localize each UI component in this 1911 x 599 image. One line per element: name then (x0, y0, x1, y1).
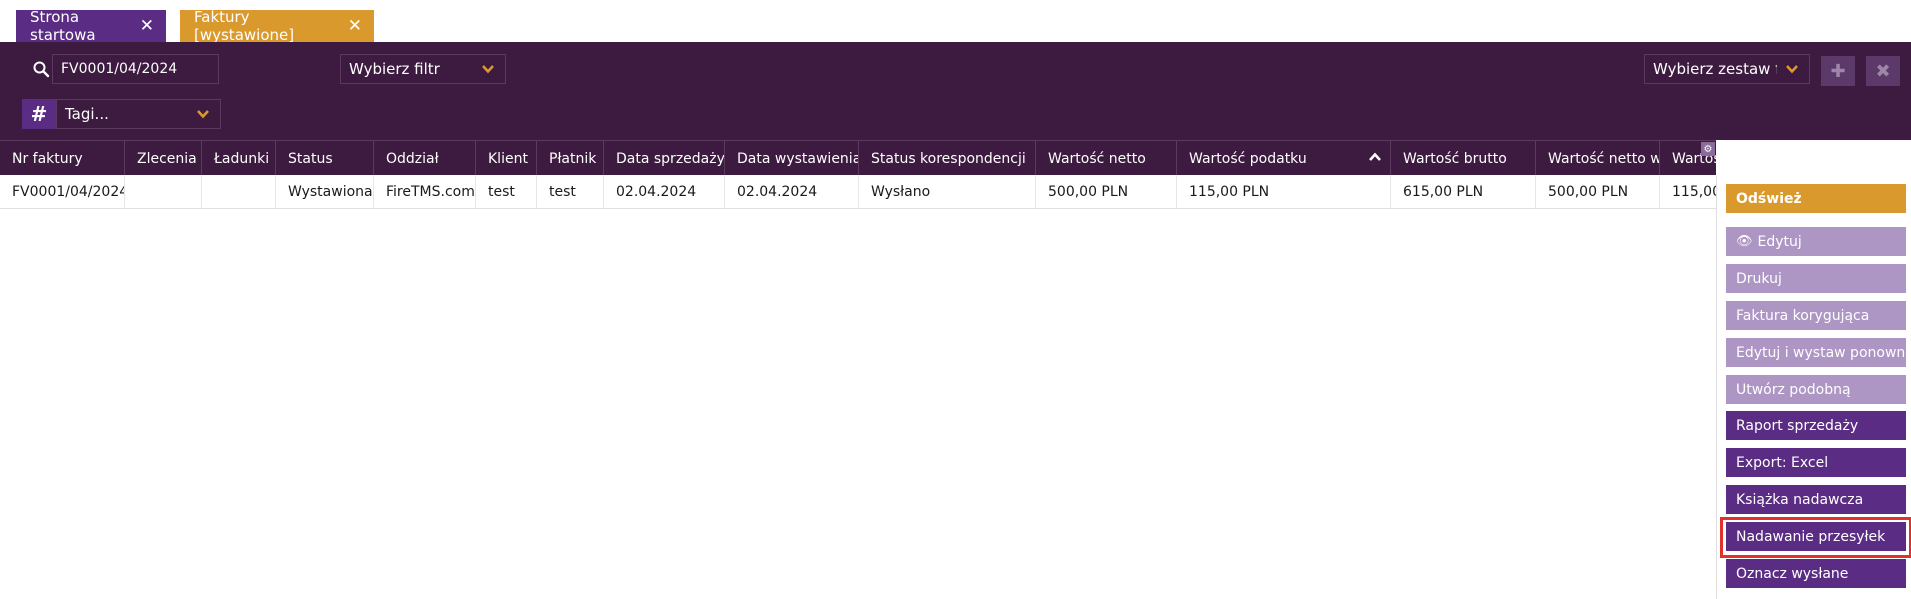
chevron-down-icon (197, 110, 209, 119)
create-similar-button[interactable]: Utwórz podobną (1726, 375, 1906, 404)
sales-report-button[interactable]: Raport sprzedaży (1726, 411, 1906, 440)
tab-home-label: Strona startowa (30, 8, 96, 44)
clear-filterset-button[interactable]: ✖ (1866, 56, 1900, 86)
column-header[interactable]: Data sprzedaży (604, 141, 725, 176)
panel-divider (1716, 175, 1717, 599)
sales-report-label: Raport sprzedaży (1736, 417, 1859, 434)
correction-invoice-button[interactable]: Faktura korygująca (1726, 301, 1906, 330)
table-cell (202, 175, 276, 209)
edit-button[interactable]: 👁 Edytuj (1726, 227, 1906, 256)
tags-filter: # Tagi... (22, 99, 221, 129)
table-cell: 02.04.2024 (725, 175, 859, 209)
mark-sent-label: Oznacz wysłane (1736, 565, 1849, 582)
close-icon[interactable]: ✕ (348, 17, 362, 35)
chevron-down-icon (1786, 65, 1798, 74)
column-header[interactable]: Zlecenia (125, 141, 202, 176)
filter-toolbar: Wybierz filtr # Tagi... Wybierz zestaw f… (0, 42, 1911, 140)
table-row[interactable]: FV0001/04/2024 Wystawiona FireTMS.com te… (0, 175, 1716, 209)
postage-book-label: Książka nadawcza (1736, 491, 1864, 508)
mark-sent-button[interactable]: Oznacz wysłane (1726, 559, 1906, 588)
column-header[interactable]: Status (276, 141, 374, 176)
table-cell: 115,00 (1672, 184, 1716, 200)
search-input[interactable] (52, 54, 219, 84)
column-header[interactable]: Klient (476, 141, 537, 176)
table-cell: FV0001/04/2024 (0, 175, 125, 209)
column-header[interactable]: Status korespondencji (859, 141, 1036, 176)
edit-reissue-label: Edytuj i wystaw ponownie (1736, 344, 1911, 361)
column-header[interactable]: Data wystawienia (725, 141, 859, 176)
column-header[interactable]: Ładunki (202, 141, 276, 176)
column-header[interactable]: Wartość netto w (1536, 141, 1660, 176)
table-cell: 115,00 PLN (1177, 175, 1391, 209)
table-cell: test (537, 175, 604, 209)
correction-invoice-label: Faktura korygująca (1736, 307, 1870, 324)
filterset-select[interactable]: Wybierz zestaw filtrów (1644, 54, 1810, 84)
print-button-label: Drukuj (1736, 270, 1782, 287)
send-parcels-label: Nadawanie przesyłek (1736, 528, 1886, 545)
export-excel-label: Export: Excel (1736, 454, 1829, 471)
edit-reissue-button[interactable]: Edytuj i wystaw ponownie (1726, 338, 1911, 367)
table-cell: Wystawiona (276, 175, 374, 209)
table-cell: FireTMS.com (374, 175, 476, 209)
column-header[interactable]: Nr faktury (0, 141, 125, 176)
filterset-select-label: Wybierz zestaw filtrów (1653, 60, 1777, 78)
plus-icon: ✚ (1830, 60, 1846, 82)
tab-bar: Strona startowa ✕ Faktury [wystawione] ✕ (0, 0, 1911, 44)
search-box (22, 54, 219, 84)
column-header[interactable]: Płatnik (537, 141, 604, 176)
table-cell: 02.04.2024 (604, 175, 725, 209)
chevron-down-icon (482, 65, 494, 74)
tags-select-label: Tagi... (65, 105, 109, 123)
close-icon[interactable]: ✕ (140, 17, 154, 35)
filter-select[interactable]: Wybierz filtr (340, 54, 506, 84)
eye-icon: 👁 (1736, 234, 1753, 249)
hash-icon: # (22, 99, 56, 129)
column-header[interactable]: Wartość netto (1036, 141, 1177, 176)
table-cell: 500,00 PLN (1536, 175, 1660, 209)
postage-book-button[interactable]: Książka nadawcza (1726, 485, 1906, 514)
edit-button-label: Edytuj (1757, 233, 1802, 250)
column-header-sorted[interactable]: Wartość podatku (1177, 141, 1391, 176)
column-header[interactable]: Oddział (374, 141, 476, 176)
close-icon: ✖ (1875, 60, 1891, 82)
add-filterset-button[interactable]: ✚ (1821, 56, 1855, 86)
close-icon[interactable]: ✖ (1719, 140, 1735, 159)
tab-home[interactable]: Strona startowa ✕ (16, 8, 166, 44)
column-header-label: Wartość podatku (1189, 150, 1307, 167)
refresh-button-label: Odśwież (1736, 190, 1802, 207)
tags-select[interactable]: Tagi... (56, 99, 221, 129)
print-button[interactable]: Drukuj (1726, 264, 1906, 293)
refresh-button[interactable]: Odśwież (1726, 184, 1906, 213)
table-cell: Wysłano (859, 175, 1036, 209)
tab-invoices-issued[interactable]: Faktury [wystawione] ✕ (180, 8, 374, 44)
table-header: Nr faktury Zlecenia Ładunki Status Oddzi… (0, 140, 1716, 176)
column-settings-icon[interactable]: ⚙ (1701, 142, 1715, 156)
table-cell: test (476, 175, 537, 209)
search-icon (33, 61, 50, 78)
create-similar-label: Utwórz podobną (1736, 381, 1851, 398)
column-header[interactable]: Wartość brutto (1391, 141, 1536, 176)
sort-ascending-icon (1369, 152, 1381, 161)
tab-invoices-label: Faktury [wystawione] (194, 8, 295, 44)
table-cell: 500,00 PLN (1036, 175, 1177, 209)
export-excel-button[interactable]: Export: Excel (1726, 448, 1906, 477)
table-cell (125, 175, 202, 209)
invoices-table: Nr faktury Zlecenia Ładunki Status Oddzi… (0, 140, 1716, 599)
table-cell: 615,00 PLN (1391, 175, 1536, 209)
filter-select-label: Wybierz filtr (349, 60, 440, 78)
send-parcels-button[interactable]: Nadawanie przesyłek (1726, 522, 1906, 551)
